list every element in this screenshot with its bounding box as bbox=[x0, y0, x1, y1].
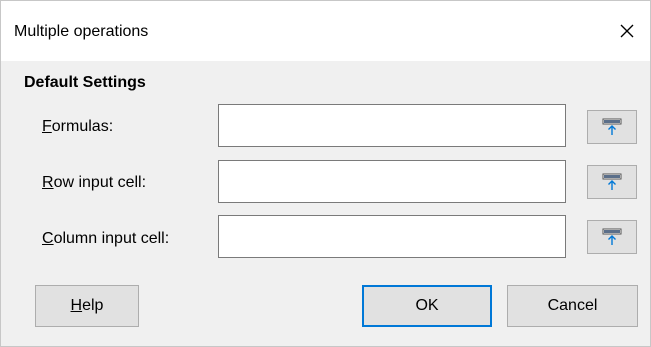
row-input-cell-label-mnemonic: R bbox=[42, 174, 54, 191]
multiple-operations-dialog: Multiple operations Default Settings For… bbox=[0, 0, 651, 347]
row-input-cell-label: Row input cell: bbox=[42, 173, 146, 193]
column-input-cell-input[interactable] bbox=[218, 215, 566, 258]
title-bar: Multiple operations bbox=[1, 1, 650, 61]
column-input-cell-label-text: olumn input cell: bbox=[53, 230, 170, 247]
column-input-cell-label-mnemonic: C bbox=[42, 230, 54, 247]
default-settings-heading: Default Settings bbox=[24, 74, 146, 91]
column-input-cell-shrink-button[interactable] bbox=[587, 220, 637, 254]
shrink-dialog-icon bbox=[602, 173, 622, 190]
close-button[interactable] bbox=[604, 1, 650, 61]
shrink-dialog-icon bbox=[602, 228, 622, 245]
help-button-label: elp bbox=[82, 297, 104, 314]
row-input-cell-label-text: ow input cell: bbox=[53, 174, 147, 191]
formulas-label: Formulas: bbox=[42, 117, 113, 137]
formulas-shrink-button[interactable] bbox=[587, 110, 637, 144]
ok-button[interactable]: OK bbox=[362, 285, 492, 327]
column-input-cell-label: Column input cell: bbox=[42, 229, 169, 249]
formulas-label-mnemonic: F bbox=[42, 118, 52, 135]
cancel-button[interactable]: Cancel bbox=[507, 285, 638, 327]
row-input-cell-input[interactable] bbox=[218, 160, 566, 203]
help-button[interactable]: Help bbox=[35, 285, 139, 327]
formulas-input[interactable] bbox=[218, 104, 566, 147]
dialog-title: Multiple operations bbox=[14, 23, 149, 40]
close-icon bbox=[620, 24, 634, 38]
shrink-dialog-icon bbox=[602, 118, 622, 135]
help-button-mnemonic: H bbox=[70, 297, 83, 314]
row-input-cell-shrink-button[interactable] bbox=[587, 165, 637, 199]
formulas-label-text: ormulas: bbox=[51, 118, 114, 135]
